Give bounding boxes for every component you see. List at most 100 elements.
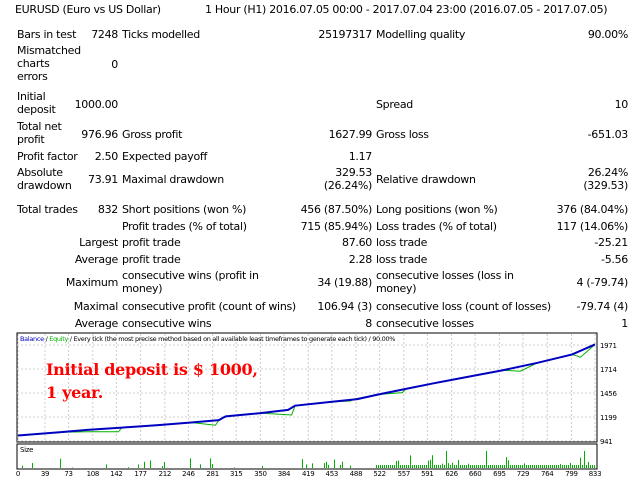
- size-bar: [590, 465, 591, 468]
- size-bar: [594, 465, 595, 468]
- stat-ep-label: Expected payoff: [122, 150, 208, 163]
- x-tick-label: 73: [64, 470, 72, 478]
- stat-quality-label: Modelling quality: [376, 28, 466, 41]
- size-bar: [562, 465, 563, 468]
- size-bar: [434, 465, 435, 468]
- size-bar: [326, 461, 327, 468]
- stat-spread: 10: [614, 98, 629, 111]
- size-bar: [340, 464, 341, 468]
- size-bar: [544, 465, 545, 468]
- size-bar: [334, 459, 335, 468]
- size-bar: [532, 465, 533, 468]
- size-bar: [520, 465, 521, 468]
- size-bar: [552, 465, 553, 468]
- size-bar: [22, 465, 23, 468]
- stat-mdd-label: Maximal drawdown: [122, 173, 224, 186]
- size-bar: [162, 466, 163, 468]
- stat-lp-label: Long positions (won %): [376, 203, 498, 216]
- x-tick-label: 833: [589, 470, 601, 478]
- size-bar: [538, 465, 539, 468]
- size-bar: [498, 465, 499, 468]
- stat-acl-label: consecutive losses: [376, 317, 474, 330]
- size-bar: [514, 465, 515, 468]
- stat-alt-label: loss trade: [376, 253, 428, 266]
- size-bar: [396, 461, 397, 468]
- x-tick-label: 660: [469, 470, 481, 478]
- stat-gp-label: Gross profit: [122, 128, 183, 141]
- x-tick-label: 488: [350, 470, 362, 478]
- x-tick-label: 695: [493, 470, 505, 478]
- stat-bars: 7248: [91, 28, 118, 41]
- size-bar: [440, 465, 441, 468]
- x-tick-label: 350: [254, 470, 266, 478]
- size-bar: [554, 465, 555, 468]
- size-bar: [432, 455, 433, 468]
- stat-rdd: 26.24% (329.53): [583, 166, 628, 192]
- size-bar: [490, 465, 491, 468]
- stat-mcp-label: consecutive profit (count of wins): [122, 300, 296, 313]
- x-tick-label: 799: [565, 470, 577, 478]
- size-bar: [418, 465, 419, 468]
- stat-pt: 715 (85.94%): [300, 220, 373, 233]
- size-bar: [536, 465, 537, 468]
- stat-tt: 832: [97, 203, 118, 216]
- x-tick-label: 419: [302, 470, 314, 478]
- size-bar: [436, 465, 437, 468]
- stat-lt: 117 (14.06%): [556, 220, 629, 233]
- stat-ticks-label: Ticks modelled: [122, 28, 200, 41]
- size-bar: [560, 464, 561, 468]
- size-bar: [488, 465, 489, 468]
- size-bar: [582, 465, 583, 468]
- size-bar: [378, 465, 379, 468]
- x-tick-label: 453: [326, 470, 338, 478]
- size-bar: [568, 465, 569, 468]
- y-tick-label: 1456: [600, 390, 617, 398]
- size-bar: [478, 465, 479, 468]
- stat-acl: 1: [621, 317, 628, 330]
- size-bar: [456, 465, 457, 468]
- x-tick-label: 212: [159, 470, 171, 478]
- size-bar: [586, 465, 587, 468]
- x-tick-label: 246: [182, 470, 195, 478]
- size-bar: [398, 460, 399, 468]
- size-bar: [426, 465, 427, 468]
- chart-legend: Balance / Equity / Every tick (the most …: [20, 335, 395, 343]
- size-bar: [388, 465, 389, 468]
- size-bar: [342, 461, 343, 468]
- size-bar: [454, 465, 455, 468]
- size-bar: [390, 465, 391, 468]
- size-bar: [386, 465, 387, 468]
- size-bar: [382, 465, 383, 468]
- size-bar: [542, 465, 543, 468]
- stat-quality: 90.00%: [587, 28, 628, 41]
- x-tick-label: 384: [278, 470, 291, 478]
- size-bar: [516, 465, 517, 468]
- size-bar: [150, 460, 151, 468]
- size-bar: [528, 465, 529, 468]
- size-bar: [384, 465, 385, 468]
- size-bar: [548, 465, 549, 468]
- x-tick-label: 108: [87, 470, 99, 478]
- stat-mcl-label: consecutive losses (loss in money): [376, 269, 514, 295]
- stat-pf: 2.50: [94, 150, 119, 163]
- stat-pt-label: Profit trades (% of total): [122, 220, 247, 233]
- size-bar: [470, 465, 471, 468]
- stat-llt: -25.21: [594, 236, 628, 249]
- size-bar: [376, 465, 377, 468]
- period-title: 1 Hour (H1) 2016.07.05 00:00 - 2017.07.0…: [205, 3, 608, 16]
- size-bar: [324, 463, 325, 468]
- stat-tt-label: Total trades: [17, 203, 78, 216]
- size-bar: [464, 465, 465, 468]
- size-bar: [138, 464, 139, 468]
- x-tick-label: 177: [134, 470, 146, 478]
- size-bar: [496, 465, 497, 468]
- size-bar: [394, 465, 395, 468]
- size-bar: [508, 460, 509, 468]
- x-tick-label: 0: [16, 470, 20, 478]
- size-bar: [406, 465, 407, 468]
- size-bar: [450, 465, 451, 468]
- size-bar: [106, 464, 107, 468]
- size-bar: [462, 465, 463, 468]
- stat-add: 73.91: [88, 173, 118, 186]
- stat-average-label: Average: [74, 253, 118, 266]
